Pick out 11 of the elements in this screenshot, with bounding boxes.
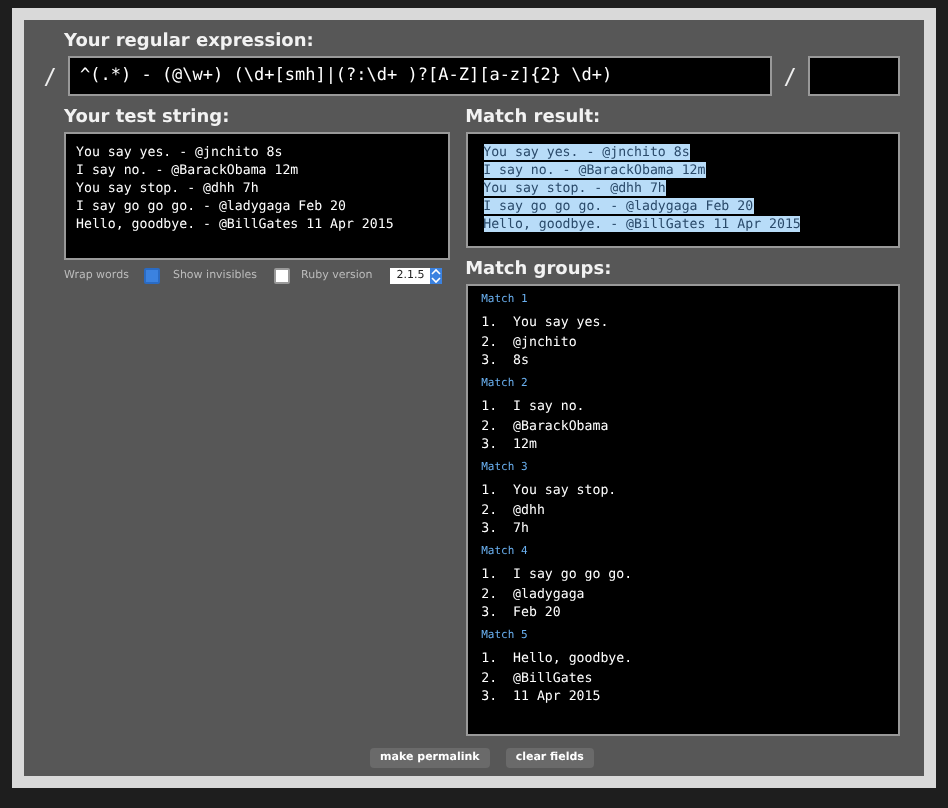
regex-delimiter: /	[781, 63, 799, 89]
match-result-label: Match result:	[465, 108, 603, 128]
options-input[interactable]	[808, 56, 900, 96]
stepper-arrows-icon	[430, 268, 443, 284]
regex-input[interactable]: ^(.*) - (@\w+) (\d+[smh]|(?:\d+ )?[A-Z][a-z]{2} \d+)	[68, 56, 772, 96]
checkbox[interactable]	[144, 268, 161, 284]
checkbox[interactable]	[273, 268, 290, 284]
test-string-label: Your test string:	[64, 108, 232, 128]
regex-delimiter: /	[41, 63, 59, 89]
match-groups-label: Match groups:	[465, 260, 614, 280]
regex-label: Your regular expression:	[64, 32, 316, 52]
